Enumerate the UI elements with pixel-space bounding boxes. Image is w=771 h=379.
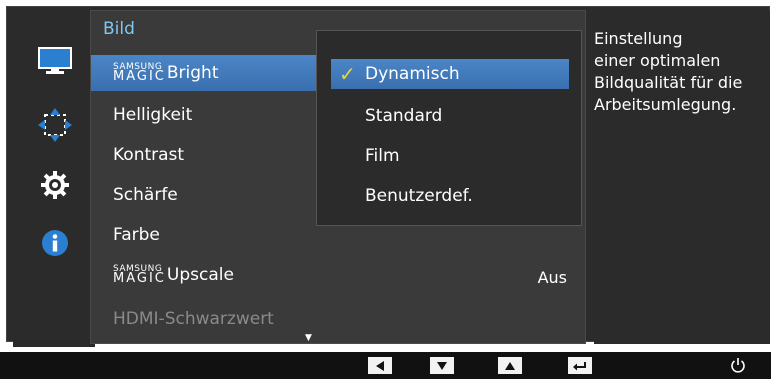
check-icon: ✓	[339, 62, 356, 86]
menu-item-magic-bright[interactable]: SAMSUNG MAGIC Bright	[91, 55, 327, 91]
submenu-item-label: Dynamisch	[365, 64, 460, 84]
monitor-icon[interactable]	[35, 41, 75, 81]
left-key-icon[interactable]	[368, 357, 392, 374]
samsung-magic-logo: SAMSUNG MAGIC	[113, 264, 166, 287]
down-key-icon[interactable]	[430, 357, 454, 374]
submenu-item-benutzerdef[interactable]: Benutzerdef.	[331, 181, 569, 211]
submenu-item-film[interactable]: Film	[331, 141, 569, 171]
description-panel: Einstellung einer optimalen Bildqualität…	[594, 10, 770, 344]
menu-item-label: Schärfe	[113, 185, 178, 205]
scroll-down-indicator[interactable]: ▼	[305, 333, 312, 343]
sidebar-icons	[13, 17, 95, 347]
magic-bright-submenu: ✓ Dynamisch Standard Film Benutzerdef.	[316, 30, 582, 226]
upscale-value: Aus	[537, 268, 567, 287]
power-icon[interactable]	[728, 355, 748, 375]
submenu-item-label: Standard	[365, 106, 443, 126]
menu-item-label: Upscale	[166, 265, 234, 285]
submenu-item-dynamisch[interactable]: ✓ Dynamisch	[331, 59, 569, 89]
submenu-item-label: Film	[365, 146, 400, 166]
description-text: Einstellung einer optimalen Bildqualität…	[594, 29, 743, 114]
info-icon[interactable]	[35, 223, 75, 263]
submenu-item-standard[interactable]: Standard	[331, 101, 569, 131]
submenu-item-label: Benutzerdef.	[365, 186, 473, 206]
menu-item-label: HDMI-Schwarzwert	[113, 309, 274, 329]
enter-key-icon[interactable]	[568, 357, 592, 374]
menu-item-label: Bright	[166, 63, 219, 83]
move-arrows-icon[interactable]	[35, 105, 75, 145]
menu-item-hdmi-schwarzwert: HDMI-Schwarzwert	[91, 301, 321, 337]
menu-item-kontrast[interactable]: Kontrast	[91, 137, 321, 173]
key-guide-bar	[0, 352, 771, 379]
menu-item-farbe[interactable]: Farbe	[91, 217, 321, 253]
samsung-magic-logo: SAMSUNG MAGIC	[113, 62, 166, 85]
menu-item-label: Helligkeit	[113, 105, 193, 125]
gear-icon[interactable]	[35, 165, 75, 205]
menu-item-schaerfe[interactable]: Schärfe	[91, 177, 321, 213]
menu-item-magic-upscale[interactable]: SAMSUNG MAGIC Upscale	[91, 257, 321, 293]
menu-item-label: Kontrast	[113, 145, 185, 165]
menu-item-helligkeit[interactable]: Helligkeit	[91, 97, 321, 133]
menu-item-label: Farbe	[113, 225, 160, 245]
menu-title: Bild	[103, 19, 135, 39]
up-key-icon[interactable]	[498, 357, 522, 374]
